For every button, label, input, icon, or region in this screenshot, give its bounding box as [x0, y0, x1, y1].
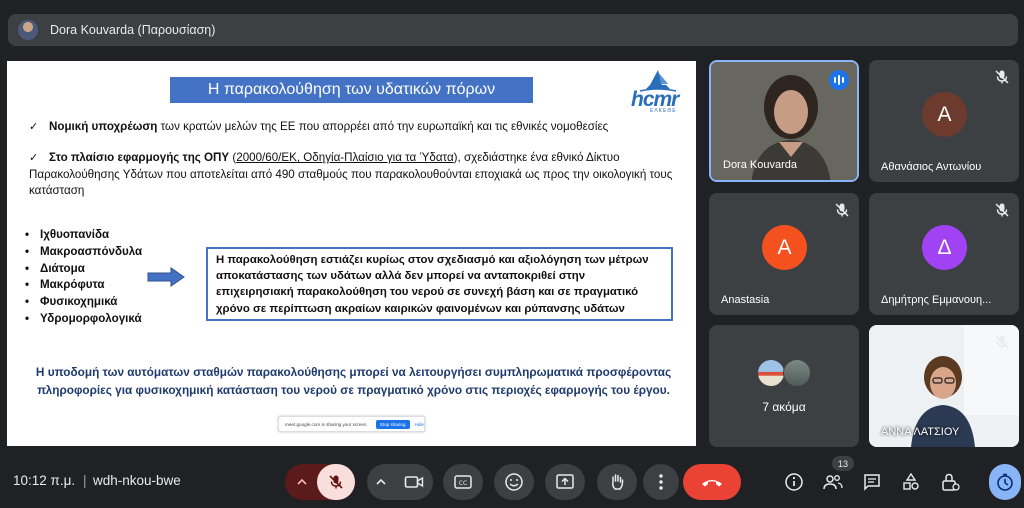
mic-control-group [285, 464, 355, 500]
list-item: Μακρόφυτα [25, 277, 142, 294]
videocam-icon [404, 476, 424, 488]
participant-tile-dora[interactable]: Dora Kouvarda [709, 60, 859, 182]
more-vert-icon [659, 474, 663, 490]
right-arrow-icon [147, 267, 185, 287]
captions-button[interactable]: CC [443, 464, 483, 500]
activities-icon [903, 472, 919, 490]
svg-text:CC: CC [459, 480, 467, 487]
bullet-bold: Στο πλαίσιο εφαρμογής της ΟΠΥ [49, 151, 230, 164]
participant-tile-athanasios[interactable]: Α Αθανάσιος Αντωνίου [869, 60, 1019, 182]
present-screen-button[interactable] [545, 464, 585, 500]
closed-caption-icon: CC [454, 475, 472, 489]
more-participants-tile[interactable]: 7 ακόμα [709, 325, 859, 447]
avatar: A [762, 225, 807, 270]
chevron-up-icon[interactable] [285, 464, 319, 500]
camera-control-group [367, 464, 433, 500]
avatar: Δ [922, 225, 967, 270]
bullet-text: των κρατών μελών της ΕΕ που απορρέει από… [157, 120, 609, 133]
share-text: meet.google.com is sharing your screen. [285, 421, 368, 427]
emoji-icon [505, 473, 523, 491]
list-item: Μακροασπόνδυλα [25, 244, 142, 261]
shared-slide: Η παρακολούθηση των υδατικών πόρων hcmr … [7, 61, 696, 446]
camera-toggle-button[interactable] [395, 464, 433, 500]
avatar: Α [922, 92, 967, 137]
monitoring-elements-list: Ιχθυοπανίδα Μακροασπόνδυλα Διάτομα Μακρό… [25, 227, 142, 328]
chat-button[interactable] [860, 470, 884, 494]
info-icon [785, 473, 803, 491]
wfd-link: 2000/60/ΕΚ, Οδηγία-Πλαίσιο για τα Ύδατα [236, 151, 454, 164]
chevron-up-icon[interactable] [367, 464, 395, 500]
stop-sharing-button[interactable]: Stop sharing [375, 419, 410, 429]
list-item: Φυσικοχημικά [25, 294, 142, 311]
mic-toggle-button[interactable] [317, 464, 355, 500]
mic-off-icon [995, 335, 1009, 349]
call-end-icon [702, 480, 722, 487]
current-time: 10:12 π.μ. [13, 473, 76, 488]
timer-icon [997, 473, 1013, 491]
people-icon [823, 475, 843, 490]
participant-tile-anna[interactable]: ΑΝΝΑ ΛΑΤΣΙΟΥ [869, 325, 1019, 447]
leave-call-button[interactable] [683, 464, 741, 500]
more-options-button[interactable] [643, 464, 679, 500]
slide-bullet-wfd: ✓ Στο πλαίσιο εφαρμογής της ΟΠΥ (2000/60… [29, 150, 679, 200]
list-item: Διάτομα [25, 261, 142, 278]
check-icon: ✓ [29, 152, 39, 164]
raise-hand-button[interactable] [597, 464, 637, 500]
slide-bullet-legal: ✓ Νομική υποχρέωση των κρατών μελών της … [29, 119, 679, 136]
slide-title: Η παρακολούθηση των υδατικών πόρων [170, 77, 533, 103]
speaking-indicator-icon [829, 70, 849, 90]
mic-off-icon [995, 70, 1009, 84]
emoji-button[interactable] [494, 464, 534, 500]
list-item: Υδρομορφολογικά [25, 311, 142, 328]
more-participants-label: 7 ακόμα [762, 400, 806, 414]
activities-button[interactable] [899, 470, 923, 494]
host-controls-icon [942, 473, 960, 491]
participants-count-badge: 13 [832, 456, 854, 471]
participant-name: ΑΝΝΑ ΛΑΤΣΙΟΥ [881, 426, 960, 438]
mic-off-icon [995, 203, 1009, 217]
bullet-bold: Νομική υποχρέωση [49, 120, 158, 133]
participant-name: Αθανάσιος Αντωνίου [881, 161, 982, 173]
chat-icon [864, 474, 880, 491]
monitoring-focus-box: Η παρακολούθηση εστιάζει κυρίως στον σχε… [206, 247, 673, 321]
participant-name: Anastasia [721, 294, 770, 306]
logo-subtext: ΕΛΚΕΘΕ [650, 108, 677, 114]
presenter-avatar [18, 20, 38, 40]
screen-share-bar: meet.google.com is sharing your screen. … [278, 416, 425, 432]
check-icon: ✓ [29, 121, 39, 133]
mic-off-icon [835, 203, 849, 217]
mic-off-icon [329, 475, 343, 489]
hide-button[interactable]: Hide [415, 422, 424, 427]
meeting-code: wdh-nkou-bwe [93, 473, 181, 488]
participant-tile-dimitris[interactable]: Δ Δημήτρης Εμμανουη... [869, 193, 1019, 315]
more-participants-avatars [757, 359, 817, 389]
separator: | [83, 473, 87, 488]
slide-conclusion: Η υποδομή των αυτόματων σταθμών παρακολο… [35, 365, 672, 397]
timer-button[interactable] [989, 464, 1021, 500]
list-item: Ιχθυοπανίδα [25, 227, 142, 244]
meeting-info-button[interactable] [782, 470, 806, 494]
raise-hand-icon [612, 474, 624, 490]
host-controls-button[interactable] [938, 470, 962, 494]
hcmr-logo: hcmr ΕΛΚΕΘΕ [628, 67, 688, 115]
participant-name: Dora Kouvarda [723, 159, 797, 171]
present-screen-icon [556, 474, 574, 489]
presentation-header: Dora Kouvarda (Παρουσίαση) [8, 14, 1018, 46]
participant-tile-anastasia[interactable]: A Anastasia [709, 193, 859, 315]
presentation-title: Dora Kouvarda (Παρουσίαση) [50, 23, 216, 37]
people-button[interactable] [821, 470, 845, 494]
meeting-controls-bar: 10:12 π.μ. | wdh-nkou-bwe CC 13 [0, 456, 1024, 508]
participant-name: Δημήτρης Εμμανουη... [881, 294, 992, 306]
